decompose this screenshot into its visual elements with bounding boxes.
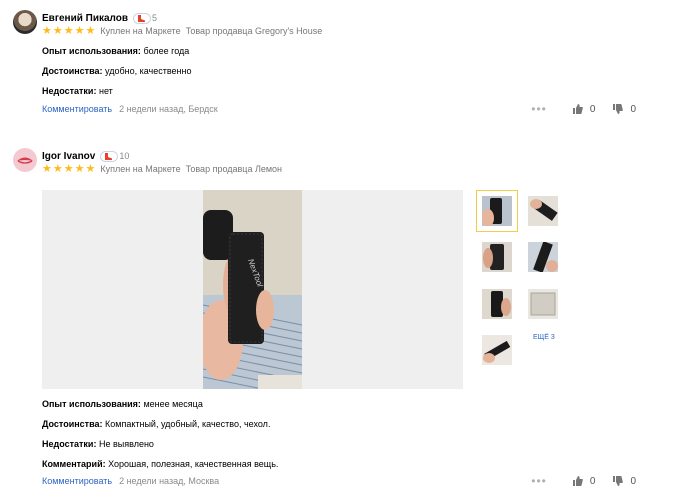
dislike-button[interactable]: 0 bbox=[613, 476, 636, 487]
star-icon: ★ bbox=[52, 24, 63, 37]
author-name[interactable]: Igor Ivanov bbox=[42, 151, 95, 162]
star-icon: ★ bbox=[63, 24, 74, 37]
photo-thumbnail[interactable] bbox=[528, 196, 558, 226]
review-date-location: 2 недели назад, Бердск bbox=[119, 104, 218, 114]
photo-thumbnail[interactable] bbox=[476, 190, 518, 232]
review-field: Недостатки: Не выявлено bbox=[42, 439, 154, 449]
review-field: Недостатки: нет bbox=[42, 86, 113, 96]
photo-thumbnail[interactable] bbox=[482, 335, 512, 365]
review-field: Опыт использования: менее месяца bbox=[42, 399, 203, 409]
more-options-icon[interactable]: ••• bbox=[531, 102, 547, 116]
avatar[interactable] bbox=[13, 10, 37, 34]
boot-icon bbox=[100, 150, 119, 162]
star-icon: ★ bbox=[42, 162, 52, 175]
star-icon: ★ bbox=[74, 24, 85, 37]
more-photos-link[interactable]: ЕЩЁ 3 bbox=[533, 334, 555, 341]
review-date-location: 2 недели назад, Москва bbox=[119, 476, 220, 486]
reviewer-badge: 10 bbox=[100, 150, 130, 162]
photo-thumbnail[interactable] bbox=[528, 289, 558, 319]
comment-link[interactable]: Комментировать bbox=[42, 476, 112, 486]
photo-viewer[interactable]: NexTool bbox=[42, 190, 463, 389]
star-icon: ★ bbox=[63, 162, 74, 175]
star-icon: ★ bbox=[52, 162, 63, 175]
thumbs-up-icon bbox=[572, 104, 583, 114]
badge-count: 10 bbox=[119, 151, 130, 161]
review-field: Достоинства: удобно, качественно bbox=[42, 66, 192, 76]
purchase-status: Куплен на Маркете bbox=[100, 164, 181, 174]
thumbs-down-icon bbox=[613, 104, 624, 114]
seller-info: Товар продавца Лемон bbox=[185, 164, 283, 174]
dislike-button[interactable]: 0 bbox=[613, 104, 636, 115]
boot-icon bbox=[133, 12, 152, 24]
like-button[interactable]: 0 bbox=[572, 104, 595, 115]
reviewer-badge: 5 bbox=[133, 12, 158, 24]
like-button[interactable]: 0 bbox=[572, 476, 595, 487]
review-photo[interactable]: NexTool bbox=[203, 190, 302, 389]
purchase-status: Куплен на Маркете bbox=[100, 26, 181, 36]
badge-count: 5 bbox=[152, 13, 158, 23]
photo-thumbnail[interactable] bbox=[482, 242, 512, 272]
thumbs-up-icon bbox=[572, 476, 583, 486]
user-avatar-icon bbox=[17, 157, 33, 164]
star-icon: ★ bbox=[74, 162, 85, 175]
avatar[interactable] bbox=[13, 148, 37, 172]
photo-thumbnail[interactable] bbox=[528, 242, 558, 272]
review-field: Комментарий: Хорошая, полезная, качестве… bbox=[42, 459, 279, 469]
seller-info: Товар продавца Gregory's House bbox=[185, 26, 323, 36]
rating-stars: ★ ★ ★ ★ ★ bbox=[42, 162, 96, 175]
star-icon: ★ bbox=[42, 24, 52, 37]
photo-thumbnail[interactable] bbox=[482, 289, 512, 319]
review-field: Достоинства: Компактный, удобный, качест… bbox=[42, 419, 271, 429]
star-icon: ★ bbox=[85, 24, 96, 37]
more-options-icon[interactable]: ••• bbox=[531, 474, 547, 488]
review-field: Опыт использования: более года bbox=[42, 46, 190, 56]
star-icon: ★ bbox=[85, 162, 96, 175]
thumbs-down-icon bbox=[613, 476, 624, 486]
rating-stars: ★ ★ ★ ★ ★ bbox=[42, 24, 96, 37]
comment-link[interactable]: Комментировать bbox=[42, 104, 112, 114]
author-name[interactable]: Евгений Пикалов bbox=[42, 13, 128, 24]
